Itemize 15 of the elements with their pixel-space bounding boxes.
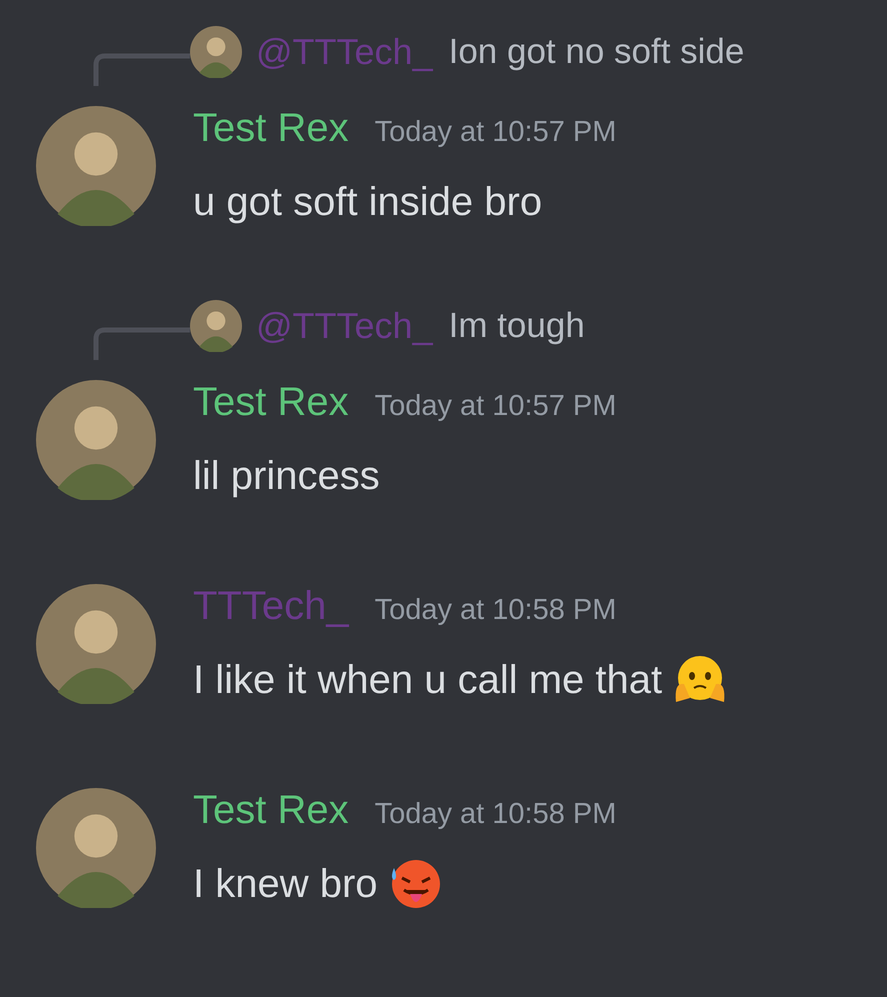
message-text: lil princess [193,454,380,498]
author-name[interactable]: Test Rex [193,106,349,151]
timestamp: Today at 10:57 PM [374,116,616,149]
avatar [190,26,242,78]
author-name[interactable]: Test Rex [193,380,349,425]
message-text: I knew bro [193,862,378,906]
avatar [190,300,242,352]
timestamp: Today at 10:58 PM [374,798,616,831]
message-text: u got soft inside bro [193,180,542,224]
reply-preview-text[interactable]: Im tough [448,306,585,346]
message-text: I like it when u call me that [193,658,662,702]
timestamp: Today at 10:58 PM [374,594,616,627]
author-name[interactable]: Test Rex [193,788,349,833]
timestamp: Today at 10:57 PM [374,390,616,423]
reply-preview-text[interactable]: Ion got no soft side [448,32,744,72]
